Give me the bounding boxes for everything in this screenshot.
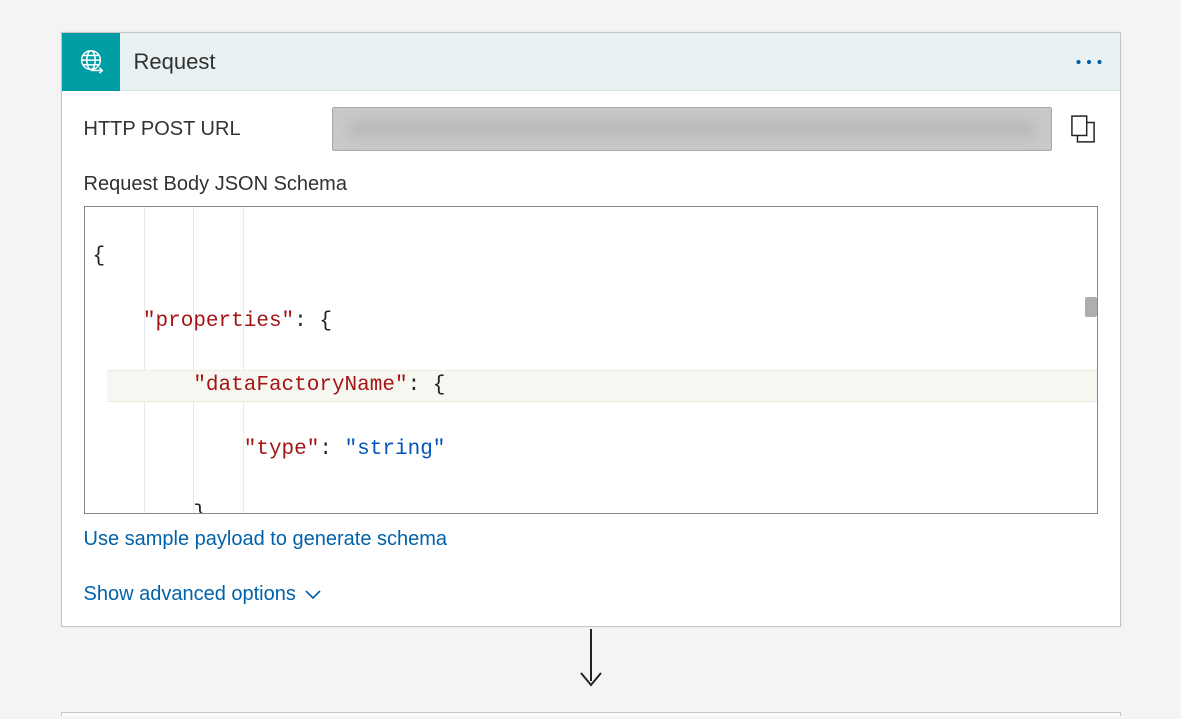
redacted-url <box>347 120 1037 138</box>
show-advanced-options-toggle[interactable]: Show advanced options <box>84 583 322 606</box>
use-sample-payload-link[interactable]: Use sample payload to generate schema <box>84 528 448 551</box>
request-trigger-card: Request HTTP POST URL <box>61 32 1121 627</box>
card-title: Request <box>134 49 1066 75</box>
http-post-url-field[interactable] <box>332 107 1052 151</box>
card-header[interactable]: Request <box>62 33 1120 91</box>
flow-connector-arrow <box>0 629 1181 693</box>
schema-label: Request Body JSON Schema <box>84 173 1098 196</box>
copy-url-button[interactable] <box>1068 114 1098 144</box>
code-content: { "properties": { "dataFactoryName": { "… <box>85 207 1097 514</box>
next-card-preview <box>61 712 1121 716</box>
json-schema-editor[interactable]: { "properties": { "dataFactoryName": { "… <box>84 206 1098 514</box>
card-body: HTTP POST URL Request Body JSON Schema <box>62 91 1120 626</box>
http-post-url-row: HTTP POST URL <box>84 107 1098 151</box>
globe-request-icon <box>62 33 120 91</box>
card-overflow-menu[interactable] <box>1066 39 1112 85</box>
chevron-down-icon <box>304 583 322 606</box>
designer-canvas: Request HTTP POST URL <box>0 0 1181 719</box>
http-post-url-label: HTTP POST URL <box>84 118 332 141</box>
